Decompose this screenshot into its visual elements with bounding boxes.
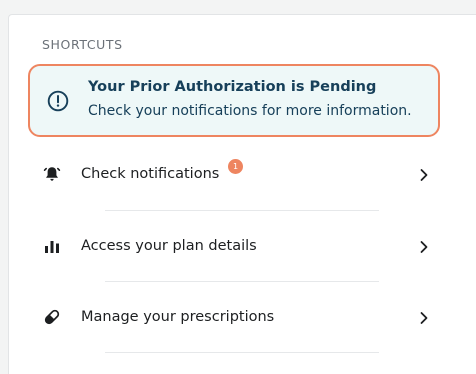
- manage-prescriptions-label: Manage your prescriptions: [81, 309, 275, 325]
- shortcuts-card: SHORTCUTS Your Prior Authorization is Pe…: [8, 14, 476, 374]
- manage-prescriptions-row[interactable]: Manage your prescriptions: [9, 282, 449, 352]
- section-heading: SHORTCUTS: [42, 37, 123, 52]
- access-plan-details-row[interactable]: Access your plan details: [9, 211, 449, 281]
- bell-icon: [43, 167, 61, 181]
- notification-count-badge: 1: [228, 159, 243, 174]
- chevron-right-icon: [420, 312, 428, 324]
- access-plan-details-label: Access your plan details: [81, 238, 257, 254]
- alert-message: Check your notifications for more inform…: [88, 103, 412, 119]
- alert-title: Your Prior Authorization is Pending: [88, 79, 377, 95]
- prior-authorization-alert[interactable]: Your Prior Authorization is Pending Chec…: [28, 64, 440, 137]
- check-notifications-row[interactable]: Check notifications 1: [9, 139, 449, 209]
- chevron-right-icon: [420, 169, 428, 181]
- divider: [105, 352, 379, 353]
- exclamation-circle-icon: [47, 90, 69, 112]
- chevron-right-icon: [420, 241, 428, 253]
- bar-chart-icon: [45, 241, 59, 253]
- check-notifications-label: Check notifications: [81, 166, 220, 182]
- pill-icon: [44, 309, 60, 325]
